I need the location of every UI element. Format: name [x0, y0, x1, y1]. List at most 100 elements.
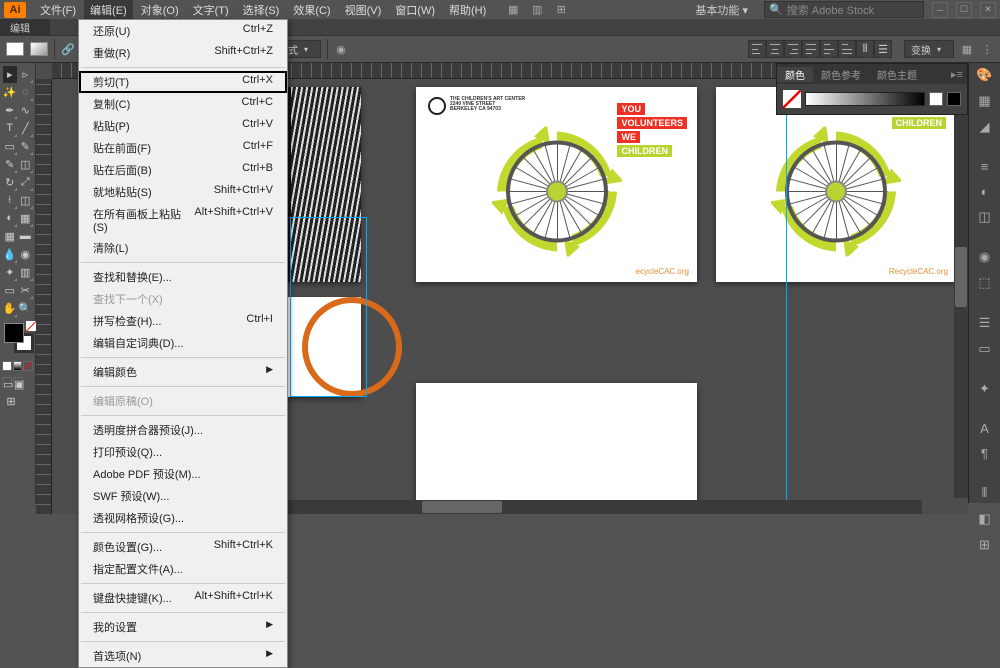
menu-item[interactable]: 粘贴(P)Ctrl+V: [79, 115, 287, 137]
align-bottom-icon[interactable]: [838, 40, 856, 58]
link-icon[interactable]: 🔗: [61, 42, 75, 56]
align-panel-icon[interactable]: ⫴: [976, 485, 994, 501]
hand-tool[interactable]: ✋: [3, 300, 18, 317]
symbols-panel-icon[interactable]: ✦: [976, 381, 994, 397]
window-min-icon[interactable]: ─: [932, 2, 948, 18]
menu-window[interactable]: 窗口(W): [389, 0, 441, 20]
document-tab[interactable]: 编辑: [0, 19, 50, 35]
width-tool[interactable]: ⟊: [3, 192, 18, 209]
dist-h-icon[interactable]: ⫴: [856, 40, 874, 58]
menu-item[interactable]: 首选项(N)▶: [79, 645, 287, 667]
perspective-tool[interactable]: ▦: [18, 210, 33, 227]
graphic-styles-icon[interactable]: ⬚: [976, 275, 994, 291]
menu-item[interactable]: 清除(L): [79, 237, 287, 259]
magic-wand-tool[interactable]: ✨: [3, 84, 18, 101]
screen-normal-icon[interactable]: ▭: [2, 377, 12, 387]
draw-inside-icon[interactable]: [23, 361, 33, 371]
menu-effect[interactable]: 效果(C): [287, 0, 336, 20]
char-panel-icon[interactable]: A: [976, 421, 994, 436]
dist-v-icon[interactable]: ☰: [874, 40, 892, 58]
eyedropper-tool[interactable]: 💧: [3, 246, 18, 263]
gradient-tool[interactable]: ▬: [18, 228, 33, 245]
guide-line[interactable]: [786, 79, 787, 514]
selection-tool[interactable]: ▸: [3, 66, 18, 83]
zoom-tool[interactable]: 🔍: [18, 300, 33, 317]
recolor-icon[interactable]: ◉: [334, 42, 348, 56]
screen-full-icon[interactable]: ▣: [13, 377, 23, 387]
color-fill-stroke[interactable]: [4, 323, 34, 353]
menu-item[interactable]: 查找和替换(E)...: [79, 266, 287, 288]
curvature-tool[interactable]: ∿: [18, 102, 33, 119]
scrollbar-vertical[interactable]: [954, 79, 968, 498]
menu-item[interactable]: 颜色设置(G)...Shift+Ctrl+K: [79, 536, 287, 558]
fill-swatch[interactable]: [6, 42, 24, 56]
stroke-panel-icon[interactable]: ≡: [976, 159, 994, 174]
brushes-panel-icon[interactable]: ◢: [976, 119, 994, 135]
menu-item[interactable]: 就地粘贴(S)Shift+Ctrl+V: [79, 181, 287, 203]
scale-tool[interactable]: ⤢: [18, 174, 33, 191]
menu-item[interactable]: 重做(R)Shift+Ctrl+Z: [79, 42, 287, 64]
menu-type[interactable]: 文字(T): [187, 0, 235, 20]
pathfinder-panel-icon[interactable]: ◧: [976, 511, 994, 527]
panel-tab-color[interactable]: 颜色: [777, 67, 813, 82]
symbol-tool[interactable]: ✦: [3, 264, 18, 281]
mesh-tool[interactable]: ▦: [3, 228, 18, 245]
arrange-icon[interactable]: ▥: [530, 3, 544, 17]
search-stock-input[interactable]: 🔍搜索 Adobe Stock: [764, 1, 924, 18]
menu-file[interactable]: 文件(F): [34, 0, 82, 20]
menu-item[interactable]: 查找下一个(X): [79, 288, 287, 310]
menu-item[interactable]: 拼写检查(H)...Ctrl+I: [79, 310, 287, 332]
align-top-icon[interactable]: [802, 40, 820, 58]
transform-button[interactable]: 变换: [904, 40, 954, 58]
menu-item[interactable]: 我的设置▶: [79, 616, 287, 638]
draw-normal-icon[interactable]: [2, 361, 12, 371]
menu-help[interactable]: 帮助(H): [443, 0, 492, 20]
shape-builder-tool[interactable]: ◐: [3, 210, 18, 227]
draw-behind-icon[interactable]: [13, 361, 23, 371]
color-panel-icon[interactable]: 🎨: [976, 67, 994, 83]
panel-menu-icon[interactable]: ▸≡: [947, 68, 967, 81]
type-tool[interactable]: T: [3, 120, 18, 137]
menu-view[interactable]: 视图(V): [339, 0, 388, 20]
menu-item[interactable]: 透明度拼合器预设(J)...: [79, 419, 287, 441]
menu-item[interactable]: SWF 预设(W)...: [79, 485, 287, 507]
swatches-panel-icon[interactable]: ▦: [976, 93, 994, 109]
align-right-icon[interactable]: [784, 40, 802, 58]
menu-item[interactable]: 透视网格预设(G)...: [79, 507, 287, 529]
ruler-vertical[interactable]: [36, 79, 52, 514]
menu-edit[interactable]: 编辑(E): [84, 0, 133, 20]
window-close-icon[interactable]: ✕: [980, 2, 996, 18]
graph-tool[interactable]: ▥: [18, 264, 33, 281]
window-max-icon[interactable]: ☐: [956, 2, 972, 18]
isolate-icon[interactable]: ▦: [960, 42, 974, 56]
transform-panel-icon[interactable]: ⊞: [976, 537, 994, 553]
align-left-icon[interactable]: [748, 40, 766, 58]
appearance-panel-icon[interactable]: ◉: [976, 249, 994, 265]
menu-item[interactable]: 编辑自定词典(D)...: [79, 332, 287, 354]
stroke-swatch[interactable]: [30, 42, 48, 56]
change-screen-icon[interactable]: ⊞: [3, 393, 20, 410]
menu-item[interactable]: 键盘快捷键(K)...Alt+Shift+Ctrl+K: [79, 587, 287, 609]
align-hcenter-icon[interactable]: [766, 40, 784, 58]
free-transform-tool[interactable]: ◫: [18, 192, 33, 209]
white-swatch[interactable]: [929, 92, 943, 106]
workspace-switcher[interactable]: 基本功能 ▾: [687, 0, 756, 20]
menu-item[interactable]: 贴在后面(B)Ctrl+B: [79, 159, 287, 181]
menu-item[interactable]: 打印预设(Q)...: [79, 441, 287, 463]
para-panel-icon[interactable]: ¶: [976, 446, 994, 461]
menu-item[interactable]: 贴在前面(F)Ctrl+F: [79, 137, 287, 159]
menu-item[interactable]: 复制(C)Ctrl+C: [79, 93, 287, 115]
panel-tab-theme[interactable]: 颜色主题: [869, 67, 925, 82]
gradient-panel-icon[interactable]: ◐: [976, 184, 994, 199]
bridge-icon[interactable]: ▦: [506, 3, 520, 17]
transparency-panel-icon[interactable]: ◫: [976, 209, 994, 225]
pen-tool[interactable]: ✒: [3, 102, 18, 119]
blend-tool[interactable]: ◉: [18, 246, 33, 263]
menu-item[interactable]: 编辑颜色▶: [79, 361, 287, 383]
slice-tool[interactable]: ✂: [18, 282, 33, 299]
menu-object[interactable]: 对象(O): [135, 0, 185, 20]
lasso-tool[interactable]: ◌: [18, 84, 33, 101]
rectangle-tool[interactable]: ▭: [3, 138, 18, 155]
menu-item[interactable]: 指定配置文件(A)...: [79, 558, 287, 580]
layers-panel-icon[interactable]: ☰: [976, 315, 994, 331]
